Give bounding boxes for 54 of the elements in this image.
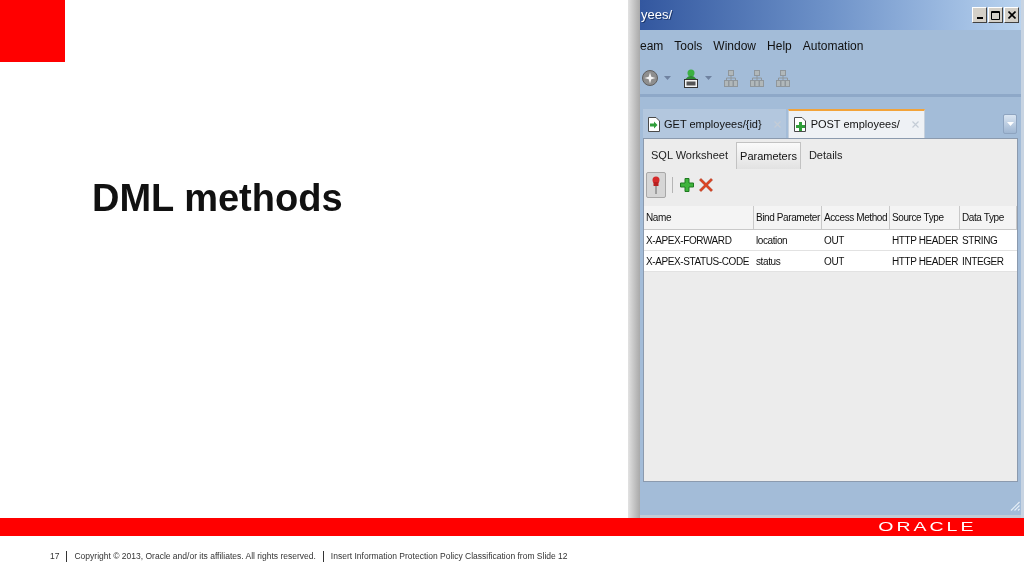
cross-icon [699,177,713,192]
table-cell: OUT [822,251,890,272]
editor-tab[interactable]: GET employees/{id} [643,109,786,138]
hierarchy-icon [724,69,738,87]
table-cell: X-APEX-STATUS-CODE [644,251,754,272]
panel-toolbar-button[interactable] [646,171,666,198]
subtab[interactable]: SQL Worksheet [647,142,733,169]
tab-list-button[interactable] [1003,114,1017,134]
table-cell: X-APEX-FORWARD [644,230,754,251]
close-icon [1007,11,1016,19]
table-cell: INTEGER [960,251,1017,272]
column-header: Name [644,206,754,230]
plus-icon [680,177,694,192]
hierarchy-icon [750,69,764,87]
logo: ORACLE [877,520,976,534]
menu-item[interactable]: Help [767,37,792,55]
column-header: Data Type [960,206,1017,230]
corner-block [0,0,65,62]
user-database-icon [683,68,699,88]
pin-icon [652,175,660,194]
minimize-button[interactable] [972,7,987,23]
column-header: Access Method [822,206,890,230]
menu-item[interactable]: eam [640,37,664,55]
table-cell: OUT [822,230,890,251]
table-cell: HTTP HEADER [890,230,960,251]
menu-item[interactable]: Automation [802,37,864,55]
editor-tab[interactable]: POST employees/ [787,109,925,138]
caret-icon [1006,122,1014,126]
slide-title: DML methods [92,176,343,220]
minimize-icon [976,17,983,19]
table-cell: STRING [960,230,1017,251]
document-plus-icon [793,117,807,132]
maximize-icon [991,10,1000,20]
hierarchy-icon [776,69,790,87]
toolbar-button[interactable] [640,70,673,86]
disc-icon [642,70,658,86]
resize-grip-icon[interactable] [1010,501,1020,511]
table-cell: status [754,251,822,272]
copyright-text: Copyright © 2013, Oracle and/or its affiliates. All rights reserved. [74,549,316,563]
subtab[interactable]: Parameters [736,142,801,169]
page-number: 17 [50,549,60,563]
toolbar-button[interactable] [681,68,714,88]
column-header: Source Type [890,206,960,230]
document-arrow-icon [648,117,660,132]
table-cell: HTTP HEADER [890,251,960,272]
menu-item[interactable]: Tools [674,37,703,55]
window-title: yees/ [641,6,673,25]
table-cell: location [754,230,822,251]
menu-item[interactable]: Window [713,37,757,55]
classification-text: Insert Information Protection Policy Classification from Slide 12 [330,549,568,563]
subtab[interactable]: Details [804,142,847,169]
column-header: Bind Parameter [754,206,822,230]
maximize-button[interactable] [988,7,1003,23]
close-button[interactable] [1004,7,1019,23]
